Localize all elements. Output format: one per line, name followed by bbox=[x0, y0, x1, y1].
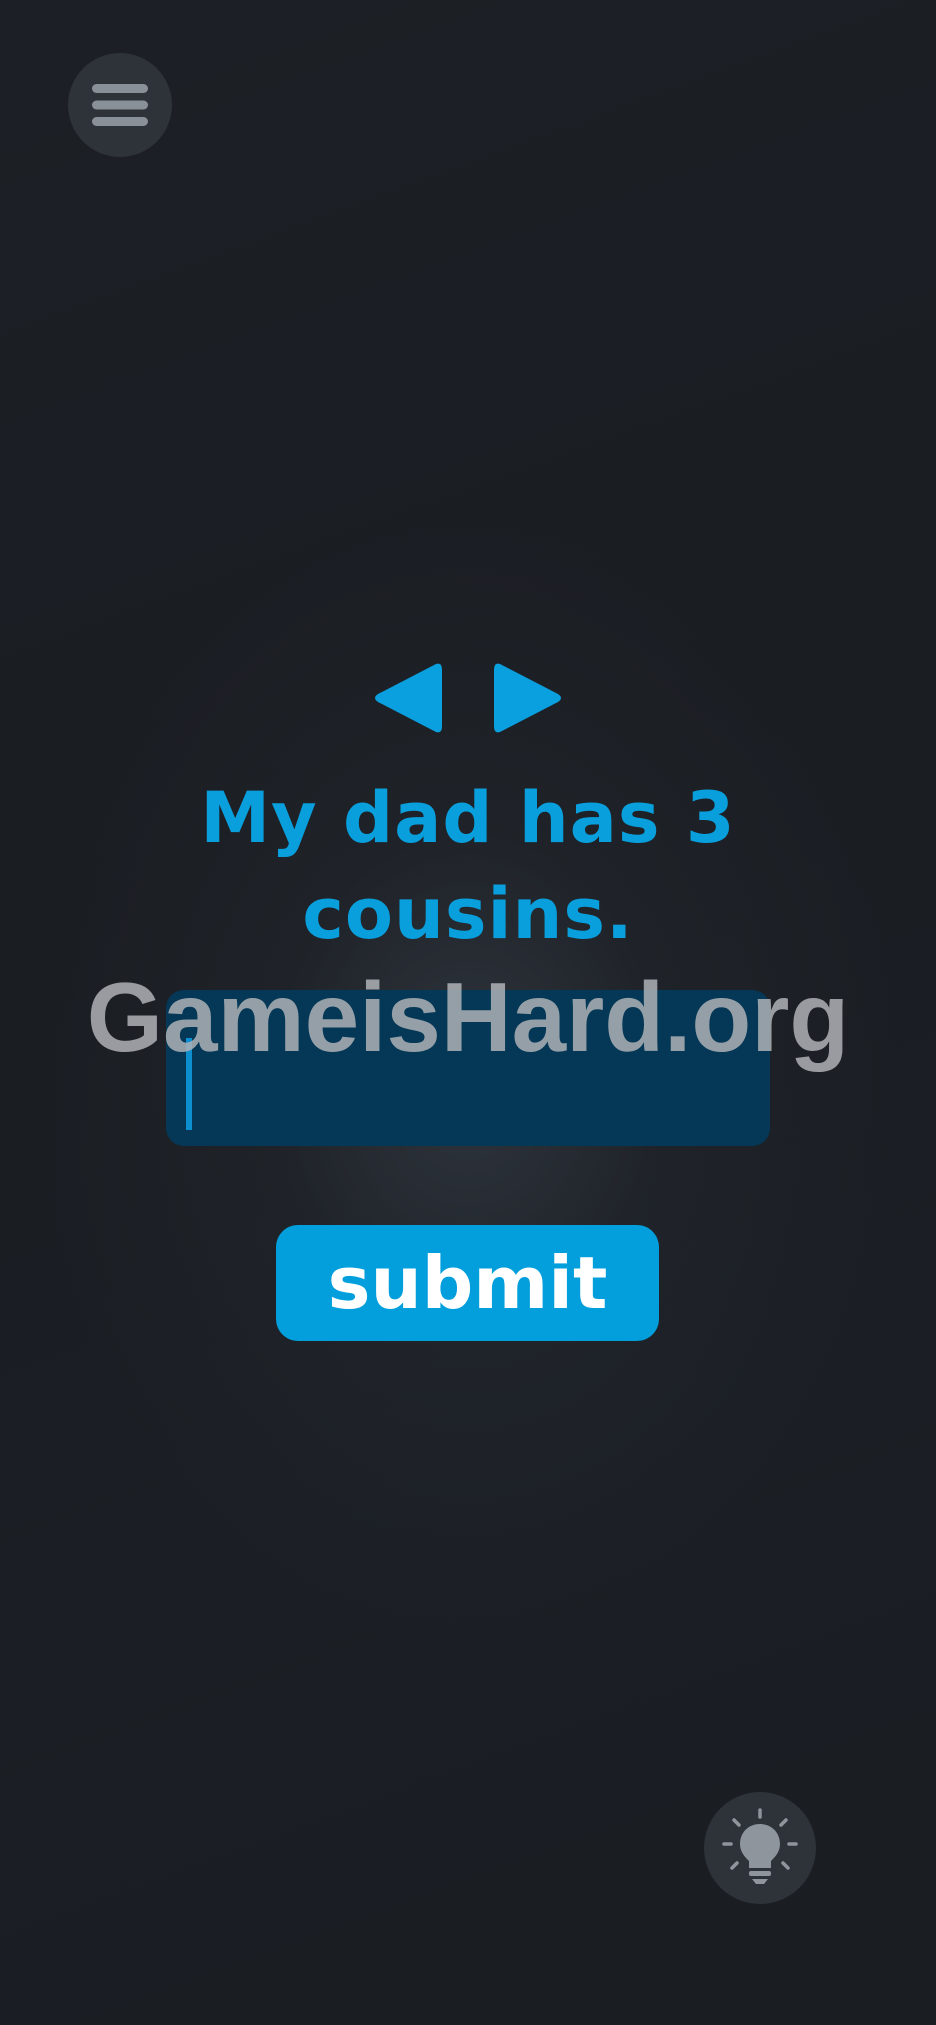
next-level-button[interactable] bbox=[492, 658, 566, 738]
submit-button[interactable]: submit bbox=[276, 1225, 659, 1341]
menu-button[interactable] bbox=[68, 53, 172, 157]
lightbulb-icon bbox=[722, 1808, 798, 1884]
text-caret bbox=[186, 1038, 192, 1130]
menu-icon bbox=[92, 84, 148, 126]
previous-arrow-icon bbox=[375, 663, 442, 733]
next-arrow-icon bbox=[494, 663, 561, 733]
answer-input[interactable] bbox=[166, 990, 770, 1146]
question-text: My dad has 3 cousins. bbox=[200, 777, 736, 955]
level-navigation bbox=[0, 658, 936, 738]
previous-level-button[interactable] bbox=[370, 658, 444, 738]
hint-button[interactable] bbox=[704, 1792, 816, 1904]
